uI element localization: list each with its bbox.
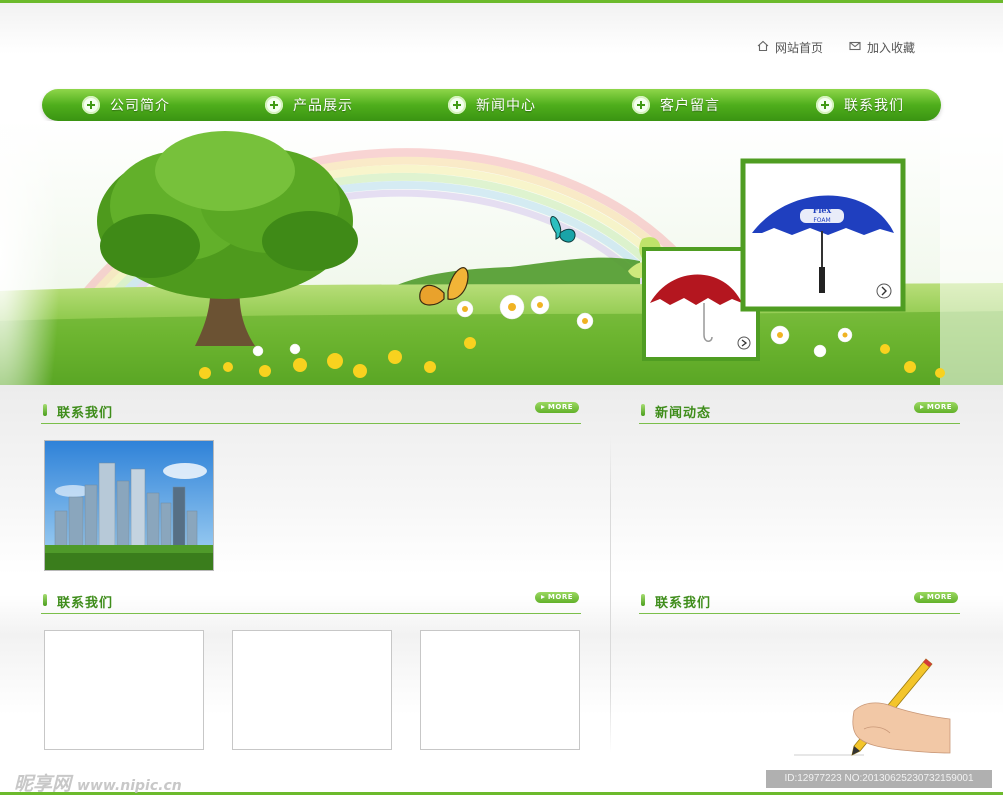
hand-pencil-illustration	[794, 655, 956, 760]
umbrella-text-line2: FOAM	[813, 217, 830, 224]
section-contact-top: 联系我们 MORE	[41, 398, 581, 424]
nav-label: 新闻中心	[476, 98, 536, 114]
home-link-label: 网站首页	[774, 41, 823, 55]
umbrella-text-line1: Flex	[813, 205, 832, 215]
mail-icon	[849, 40, 861, 55]
add-favorite-link[interactable]: 加入收藏	[849, 39, 915, 56]
add-favorite-label: 加入收藏	[866, 41, 915, 55]
watermark-id: ID:12977223 NO:20130625230732159001	[766, 770, 992, 788]
watermark-url: www.nipic.cn	[77, 778, 182, 794]
column-divider	[610, 437, 611, 753]
plus-icon	[265, 96, 283, 114]
section-news: 新闻动态 MORE	[639, 398, 960, 424]
hero-banner: Flex FOAM	[0, 121, 1003, 385]
nav-label: 公司简介	[110, 98, 170, 114]
section-title: 联系我们	[655, 596, 712, 611]
more-button[interactable]: MORE	[535, 592, 579, 603]
nav-item-company-intro[interactable]: 公司简介	[82, 89, 170, 121]
more-button[interactable]: MORE	[914, 402, 958, 413]
section-marker-icon	[641, 404, 645, 416]
plus-icon	[632, 96, 650, 114]
plus-icon	[82, 96, 100, 114]
thumbnail-box[interactable]	[44, 630, 204, 750]
nav-item-news[interactable]: 新闻中心	[448, 89, 536, 121]
thumbnail-box[interactable]	[232, 630, 392, 750]
plus-icon	[448, 96, 466, 114]
main-nav: 公司简介 产品展示 新闻中心 客户留言 联系我们	[42, 89, 941, 121]
product-frame-large: Flex FOAM	[740, 158, 906, 312]
nav-label: 产品展示	[293, 98, 353, 114]
section-title: 新闻动态	[655, 406, 712, 421]
nav-item-guestbook[interactable]: 客户留言	[632, 89, 720, 121]
nav-label: 客户留言	[660, 98, 720, 114]
city-skyline-image[interactable]	[44, 440, 214, 571]
watermark-site-cn: 昵享网	[14, 773, 72, 795]
more-button[interactable]: MORE	[914, 592, 958, 603]
nav-item-products[interactable]: 产品展示	[265, 89, 353, 121]
home-link[interactable]: 网站首页	[757, 39, 823, 56]
more-button[interactable]: MORE	[535, 402, 579, 413]
nav-item-contact[interactable]: 联系我们	[816, 89, 904, 121]
section-title: 联系我们	[57, 406, 114, 421]
section-marker-icon	[641, 594, 645, 606]
section-title: 联系我们	[57, 596, 114, 611]
home-icon	[757, 40, 769, 55]
nav-label: 联系我们	[844, 98, 904, 114]
thumbnail-box[interactable]	[420, 630, 580, 750]
top-links: 网站首页 加入收藏	[757, 39, 915, 56]
section-marker-icon	[43, 594, 47, 606]
section-contact-bottom: 联系我们 MORE	[41, 588, 581, 614]
plus-icon	[816, 96, 834, 114]
section-marker-icon	[43, 404, 47, 416]
section-contact-right: 联系我们 MORE	[639, 588, 960, 614]
watermark-site: 昵享网 www.nipic.cn	[14, 769, 182, 796]
